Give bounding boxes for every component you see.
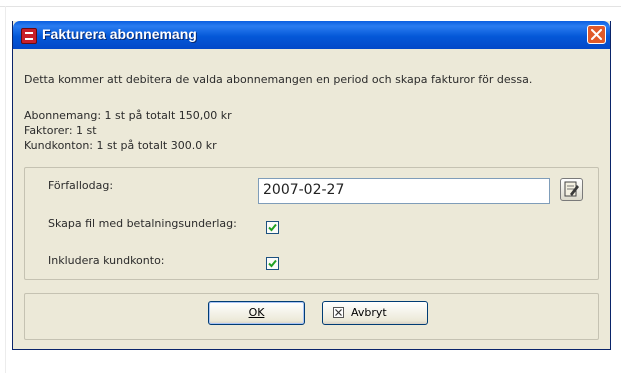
button-bar xyxy=(24,293,599,340)
cancel-x-icon xyxy=(333,307,344,318)
title-bar[interactable]: Fakturera abonnemang xyxy=(13,21,610,49)
page-border-left xyxy=(5,6,6,373)
due-date-label: Förfallodag: xyxy=(48,179,114,192)
ok-button[interactable]: OK xyxy=(208,301,305,325)
description-text: Detta kommer att debitera de valda abonn… xyxy=(24,73,533,86)
subscriptions-summary: Abonnemang: 1 st på totalt 150,00 kr xyxy=(24,109,232,122)
invoices-summary: Faktorer: 1 st xyxy=(24,124,97,137)
invoice-dialog: Fakturera abonnemang Detta kommer att de… xyxy=(12,21,611,350)
customer-accounts-summary: Kundkonton: 1 st på totalt 300.0 kr xyxy=(24,139,217,152)
calendar-button[interactable] xyxy=(560,178,583,201)
check-icon xyxy=(268,223,277,232)
cancel-button-label: Avbryt xyxy=(351,306,387,319)
app-icon xyxy=(21,28,37,44)
cancel-button[interactable]: Avbryt xyxy=(322,301,428,325)
page-border-top xyxy=(0,6,621,7)
close-button[interactable] xyxy=(587,25,606,44)
dialog-title: Fakturera abonnemang xyxy=(42,26,197,42)
include-account-checkbox[interactable] xyxy=(266,257,279,270)
due-date-input[interactable]: 2007-02-27 xyxy=(258,178,550,204)
payment-file-label: Skapa fil med betalningsunderlag: xyxy=(48,217,237,230)
check-icon xyxy=(268,259,277,268)
include-account-label: Inkludera kundkonto: xyxy=(48,254,165,267)
ok-button-label: OK xyxy=(248,306,265,319)
payment-file-checkbox[interactable] xyxy=(266,221,279,234)
close-icon xyxy=(591,29,602,40)
calendar-edit-icon xyxy=(564,181,579,197)
